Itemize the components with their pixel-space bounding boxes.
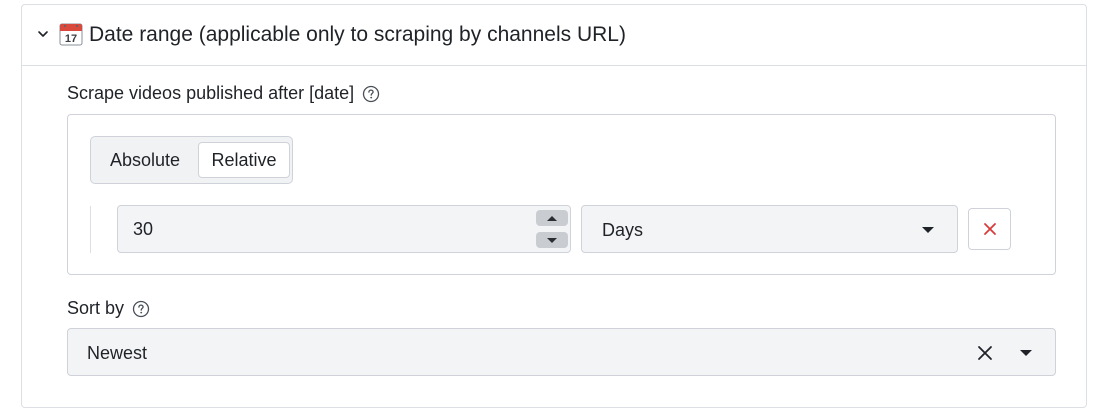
caret-down-icon [547, 237, 557, 243]
dropdown-caret-icon [1020, 350, 1032, 356]
clear-icon[interactable] [977, 345, 993, 361]
remove-button[interactable] [968, 208, 1011, 250]
absolute-toggle-button[interactable]: Absolute [95, 142, 195, 178]
caret-up-icon [547, 215, 557, 221]
calendar-icon: 17 [59, 23, 83, 46]
close-icon [983, 223, 996, 235]
relative-value-input[interactable]: 30 [117, 205, 571, 253]
sort-by-value: Newest [87, 343, 148, 363]
unit-select-value: Days [602, 220, 644, 240]
unit-select[interactable]: Days [581, 205, 958, 253]
row-divider [90, 206, 91, 253]
relative-value-text: 30 [133, 219, 154, 239]
dropdown-caret-icon [922, 227, 934, 233]
decrement-button[interactable] [536, 232, 568, 248]
sort-by-label: Sort by [67, 298, 125, 318]
help-icon[interactable] [132, 300, 150, 318]
date-range-header[interactable]: 17 Date range (applicable only to scrapi… [22, 5, 1086, 66]
help-icon[interactable] [362, 85, 380, 103]
relative-toggle-button[interactable]: Relative [198, 142, 290, 178]
calendar-day-text: 17 [65, 33, 77, 45]
sort-by-label-row: Sort by [67, 298, 150, 319]
increment-button[interactable] [536, 210, 568, 226]
sort-by-select[interactable]: Newest [67, 328, 1056, 376]
published-after-label: Scrape videos published after [date] [67, 83, 355, 103]
chevron-down-icon[interactable] [36, 27, 50, 41]
section-title: Date range (applicable only to scraping … [89, 23, 626, 46]
published-after-group: Absolute Relative 30 Days [67, 114, 1056, 275]
date-range-section: 17 Date range (applicable only to scrapi… [21, 4, 1087, 408]
published-after-label-row: Scrape videos published after [date] [67, 83, 380, 104]
date-mode-toggle: Absolute Relative [90, 136, 293, 184]
